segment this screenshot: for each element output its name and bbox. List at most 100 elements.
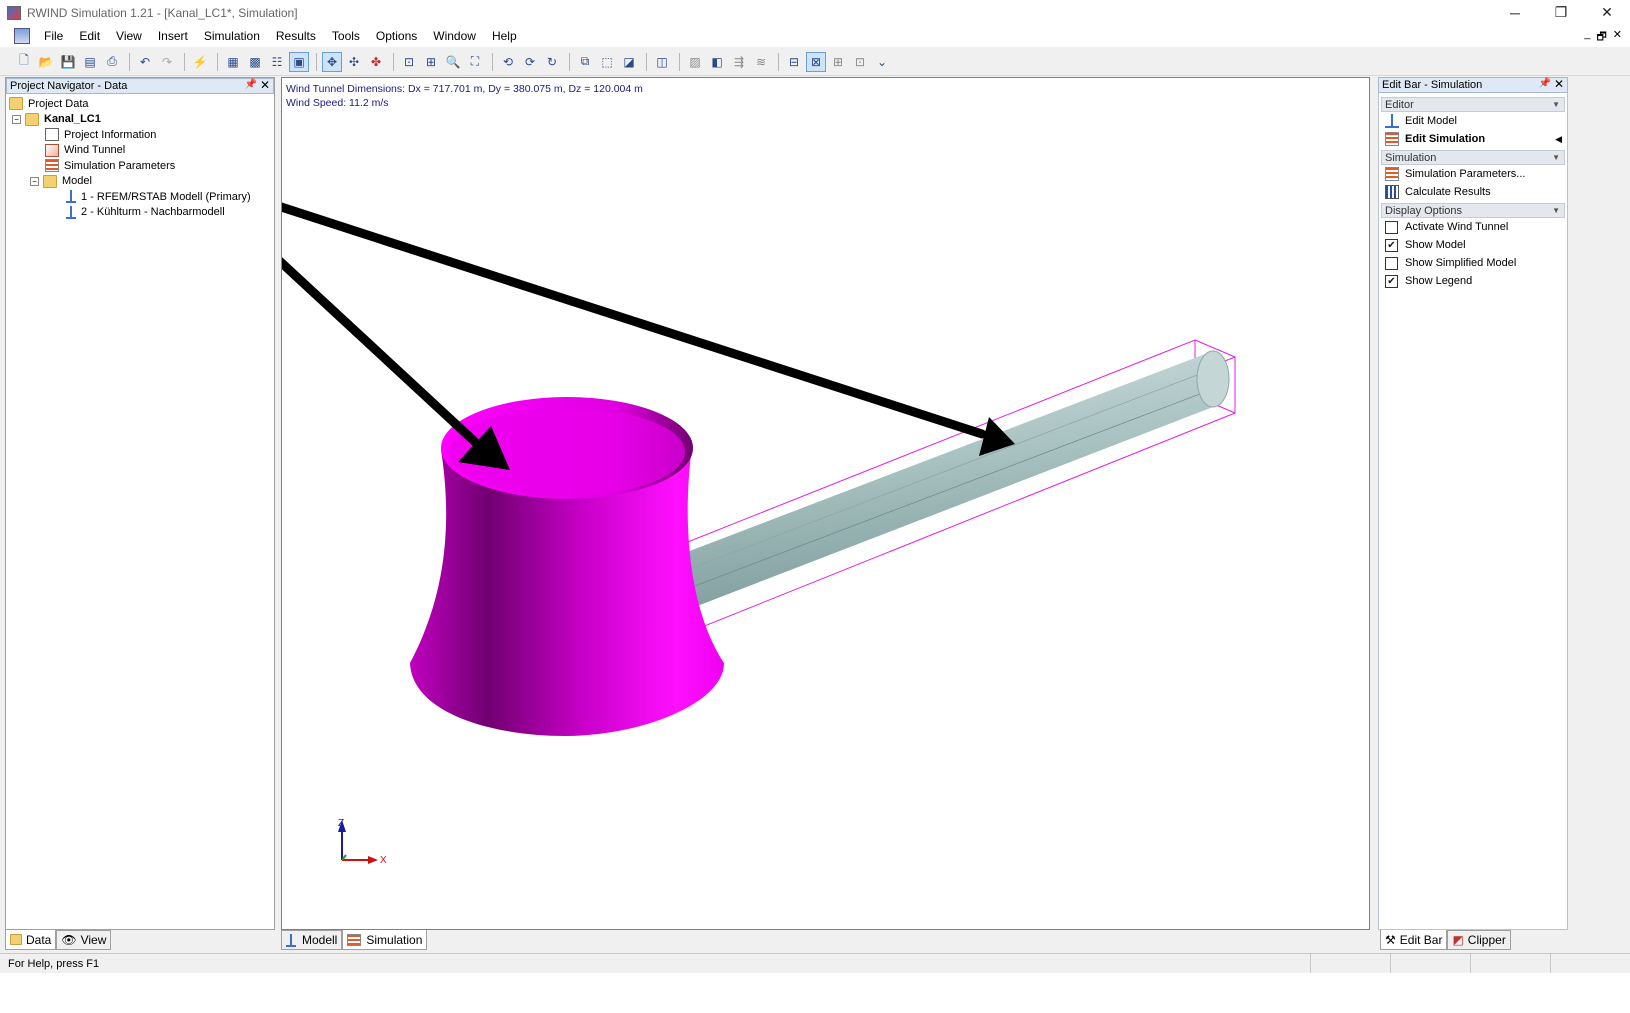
checkbox[interactable] bbox=[1385, 256, 1398, 270]
checkbox[interactable]: ✔ bbox=[1385, 274, 1398, 288]
print-icon[interactable]: ⎙ bbox=[102, 52, 122, 72]
hatch-icon[interactable]: ▨ bbox=[685, 52, 705, 72]
checkbox[interactable] bbox=[1385, 220, 1398, 234]
mesh-icon[interactable]: ▩ bbox=[245, 52, 265, 72]
caret-left-icon: ◀ bbox=[1555, 133, 1562, 144]
close-icon[interactable]: ✕ bbox=[1554, 77, 1564, 91]
select-tool-icon[interactable]: ⚡ bbox=[190, 52, 210, 72]
activate-wind-tunnel-checkbox[interactable]: Activate Wind Tunnel bbox=[1381, 218, 1565, 236]
menu-file[interactable]: File bbox=[36, 25, 71, 47]
editbar-title: Edit Bar - Simulation bbox=[1382, 79, 1483, 91]
zoom-window-icon[interactable]: ⊞ bbox=[421, 52, 441, 72]
results-layer-icon[interactable]: ⊞ bbox=[828, 52, 848, 72]
chevron-down-icon: ▼ bbox=[1552, 100, 1560, 109]
edit-simulation-button[interactable]: Edit Simulation ◀ bbox=[1381, 130, 1565, 148]
show-model-checkbox[interactable]: ✔ Show Model bbox=[1381, 236, 1565, 254]
simulation-layer-icon[interactable]: ⊠ bbox=[806, 51, 826, 72]
tree-model-1[interactable]: 1 - RFEM/RSTAB Modell (Primary) bbox=[6, 189, 274, 205]
collapse-icon[interactable]: − bbox=[12, 114, 21, 124]
extra-icon[interactable]: ⊡ bbox=[850, 52, 870, 72]
colors-icon[interactable]: ◪ bbox=[619, 52, 639, 72]
tab-simulation[interactable]: Simulation bbox=[342, 930, 428, 950]
menu-results[interactable]: Results bbox=[268, 25, 324, 47]
clipper-icon: ◩ bbox=[1452, 933, 1464, 947]
refresh-icon[interactable]: ↻ bbox=[542, 52, 562, 72]
surface-icon[interactable]: ▣ bbox=[289, 51, 309, 72]
tab-clipper[interactable]: ◩ Clipper bbox=[1447, 930, 1511, 950]
mdi-minimize-button[interactable]: _ bbox=[1584, 28, 1590, 47]
pan-icon[interactable]: ✤ bbox=[366, 52, 386, 72]
view-axes-icon[interactable]: ⬚ bbox=[597, 52, 617, 72]
pipe-model bbox=[686, 350, 1230, 610]
menu-options[interactable]: Options bbox=[368, 25, 425, 47]
grid-icon[interactable]: ▦ bbox=[223, 52, 243, 72]
menu-simulation[interactable]: Simulation bbox=[196, 25, 268, 47]
open-folder-icon[interactable]: 📂 bbox=[36, 52, 56, 72]
tab-view[interactable]: 👁 View bbox=[56, 930, 112, 950]
rotate-view-icon[interactable]: ⟲ bbox=[498, 52, 518, 72]
tree-project[interactable]: − Kanal_LC1 bbox=[6, 112, 274, 128]
menu-view[interactable]: View bbox=[108, 25, 150, 47]
rotate-icon[interactable]: ✣ bbox=[344, 52, 364, 72]
close-button[interactable]: ✕ bbox=[1584, 0, 1630, 25]
tree-project-data[interactable]: Project Data bbox=[6, 96, 274, 112]
menu-tools[interactable]: Tools bbox=[324, 25, 368, 47]
minimize-button[interactable]: ─ bbox=[1492, 0, 1538, 25]
redo-icon[interactable]: ↷ bbox=[157, 52, 177, 72]
tree-project-information[interactable]: Project Information bbox=[6, 127, 274, 143]
reset-view-icon[interactable]: ⟳ bbox=[520, 52, 540, 72]
mdi-restore-button[interactable]: 🗗 bbox=[1596, 28, 1606, 47]
menu-window[interactable]: Window bbox=[425, 25, 484, 47]
data-tab-icon bbox=[10, 934, 22, 945]
layers-icon[interactable]: ≋ bbox=[751, 52, 771, 72]
checkbox[interactable]: ✔ bbox=[1385, 238, 1398, 252]
restore-button[interactable]: ❐ bbox=[1538, 0, 1584, 25]
zoom-all-icon[interactable]: ⊡ bbox=[399, 52, 419, 72]
window-title: RWIND Simulation 1.21 - [Kanal_LC1*, Sim… bbox=[27, 5, 298, 20]
collapse-icon[interactable]: − bbox=[30, 176, 39, 186]
section-editor[interactable]: Editor ▼ bbox=[1381, 97, 1565, 112]
model-layer-icon[interactable]: ⊟ bbox=[784, 52, 804, 72]
move-icon[interactable]: ✥ bbox=[322, 51, 342, 72]
menu-bar: File Edit View Insert Simulation Results… bbox=[0, 25, 1630, 47]
pin-icon[interactable]: 📌 bbox=[1539, 78, 1551, 89]
calculate-results-button[interactable]: Calculate Results bbox=[1381, 183, 1565, 201]
menu-help[interactable]: Help bbox=[484, 25, 525, 47]
tab-edit-bar[interactable]: ⚒ Edit Bar bbox=[1380, 930, 1448, 950]
render-icon[interactable]: ◧ bbox=[707, 52, 727, 72]
menu-edit[interactable]: Edit bbox=[71, 25, 108, 47]
3d-viewport[interactable]: Wind Tunnel Dimensions: Dx = 717.701 m, … bbox=[281, 77, 1370, 930]
iso-view-icon[interactable]: ⧉ bbox=[575, 52, 595, 72]
tree-simulation-parameters[interactable]: Simulation Parameters bbox=[6, 158, 274, 174]
tree-model-2[interactable]: 2 - Kühlturm - Nachbarmodell bbox=[6, 205, 274, 221]
tab-modell[interactable]: Modell bbox=[281, 930, 343, 950]
undo-icon[interactable]: ↶ bbox=[135, 52, 155, 72]
eye-icon: 👁 bbox=[61, 933, 77, 947]
section-simulation[interactable]: Simulation ▼ bbox=[1381, 150, 1565, 165]
tree-wind-tunnel[interactable]: Wind Tunnel bbox=[6, 143, 274, 159]
show-simplified-model-checkbox[interactable]: Show Simplified Model bbox=[1381, 254, 1565, 272]
parameters-icon bbox=[1385, 167, 1399, 181]
lines-icon[interactable]: ☷ bbox=[267, 52, 287, 72]
save-icon[interactable]: 💾 bbox=[58, 52, 78, 72]
menu-insert[interactable]: Insert bbox=[150, 25, 196, 47]
tab-data[interactable]: Data bbox=[5, 930, 57, 950]
zoom-icon[interactable]: 🔍 bbox=[443, 52, 463, 72]
document-icon[interactable] bbox=[14, 28, 30, 44]
section-display-options[interactable]: Display Options ▼ bbox=[1381, 203, 1565, 218]
mdi-close-button[interactable]: ✕ bbox=[1613, 28, 1622, 47]
pin-icon[interactable]: 📌 bbox=[245, 79, 257, 90]
cube-icon[interactable]: ◫ bbox=[652, 52, 672, 72]
save-all-icon[interactable]: ▤ bbox=[80, 52, 100, 72]
zoom-extents-icon[interactable]: ⛶ bbox=[465, 52, 485, 72]
folder-icon bbox=[9, 97, 23, 111]
toolbar-overflow-icon[interactable]: ⌄ bbox=[872, 52, 892, 72]
folder-icon bbox=[25, 112, 39, 126]
new-file-icon[interactable]: 🗋 bbox=[14, 52, 34, 72]
show-legend-checkbox[interactable]: ✔ Show Legend bbox=[1381, 272, 1565, 290]
tree-model[interactable]: − Model bbox=[6, 174, 274, 190]
simulation-parameters-button[interactable]: Simulation Parameters... bbox=[1381, 165, 1565, 183]
close-icon[interactable]: ✕ bbox=[260, 78, 270, 92]
flow-icon[interactable]: ⇶ bbox=[729, 52, 749, 72]
edit-model-button[interactable]: Edit Model bbox=[1381, 112, 1565, 130]
